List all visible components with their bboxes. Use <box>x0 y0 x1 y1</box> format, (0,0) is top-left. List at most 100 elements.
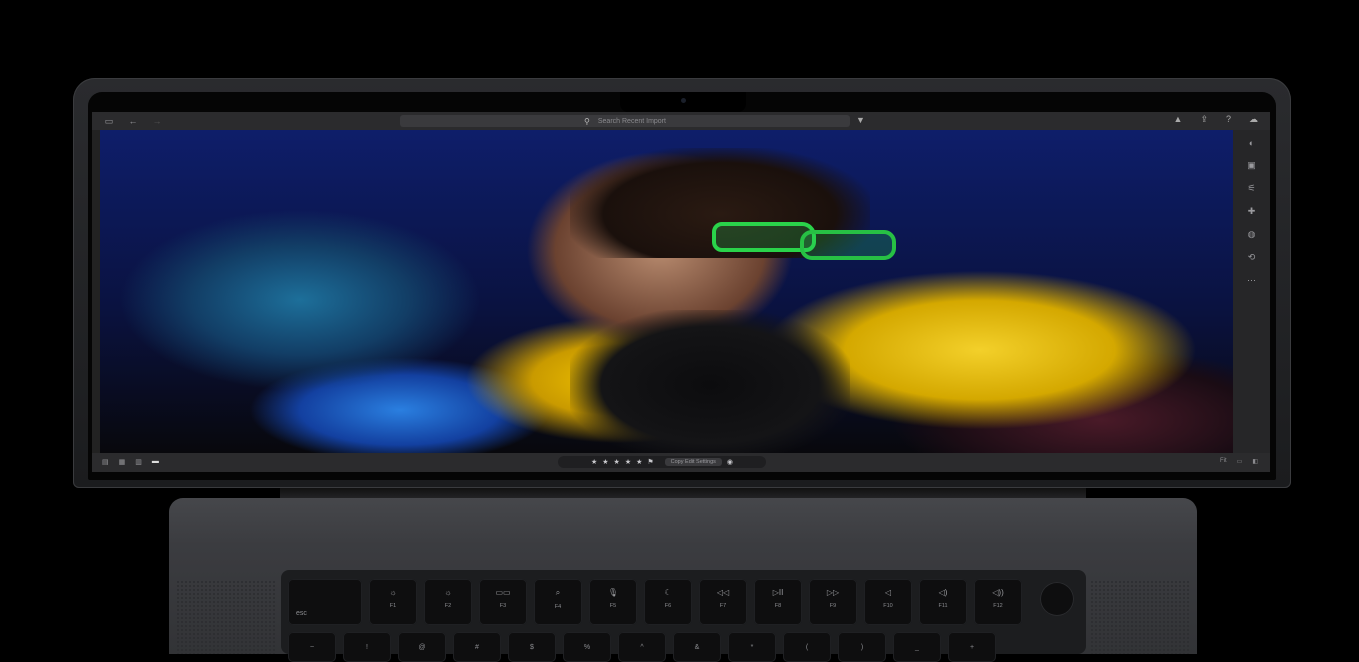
key-label: ) <box>860 644 864 651</box>
sliders-icon[interactable]: ⚟ <box>1247 183 1255 194</box>
function-key-f5[interactable]: 🎙 F5 <box>589 579 637 625</box>
key-label: & <box>694 644 700 651</box>
right-tool-panel: ◐ ▣ ⚟ ✚ ◍ ⟲ ⋯ <box>1233 130 1270 461</box>
key-label: F12 <box>993 603 1003 609</box>
main-photo[interactable] <box>100 130 1233 460</box>
number-row-key[interactable]: + <box>948 632 996 662</box>
zoom-group: Fit ▭ ◧ <box>1220 458 1258 465</box>
key-label: ! <box>366 644 368 651</box>
grid-icon[interactable]: ▤ <box>102 458 109 466</box>
function-key-f7[interactable]: ◁◁ F7 <box>699 579 747 625</box>
key-label: ( <box>805 644 809 651</box>
function-key-f4[interactable]: ⌕ F4 <box>534 579 582 625</box>
key-label: F4 <box>554 604 562 610</box>
key-icon: ◁)) <box>992 588 1004 597</box>
number-row-key[interactable]: & <box>673 632 721 662</box>
key-label: * <box>750 644 754 651</box>
function-key-f12[interactable]: ◁)) F12 <box>974 579 1022 625</box>
toolbar-right-group: ▲ ⇪ ? ☁ <box>1174 114 1258 125</box>
adjust-icon[interactable]: ◐ <box>1249 138 1254 148</box>
key-icon: ◁◁ <box>716 588 730 597</box>
search-input[interactable]: ⚲ Search Recent Import <box>400 115 850 127</box>
more-icon[interactable]: ⋯ <box>1247 275 1256 286</box>
zoom-level[interactable]: Fit <box>1220 458 1227 465</box>
photo-fringe-region <box>570 310 850 460</box>
function-key-f3[interactable]: ▭▭ F3 <box>479 579 527 625</box>
key-icon: ☼ <box>389 588 397 597</box>
number-row-key[interactable]: _ <box>893 632 941 662</box>
number-row-key[interactable]: ^ <box>618 632 666 662</box>
function-key-f11[interactable]: ◁) F11 <box>919 579 967 625</box>
back-arrow-icon[interactable]: ← <box>126 116 140 126</box>
view-mode-group: ▤ ▦ ▥ ▬ <box>102 458 159 466</box>
cloud-icon[interactable]: ☁ <box>1249 114 1258 125</box>
bell-icon[interactable]: ▲ <box>1174 114 1183 125</box>
photo-glasses-right <box>800 230 896 260</box>
key-icon: ◁) <box>938 588 948 597</box>
forward-arrow-icon[interactable]: → <box>150 116 164 126</box>
panel-toggle-icon[interactable]: ◧ <box>1252 458 1258 465</box>
number-row-key[interactable]: ) <box>838 632 886 662</box>
function-key-f1[interactable]: ☼ F1 <box>369 579 417 625</box>
number-row-key[interactable]: @ <box>398 632 446 662</box>
key-icon: ☼ <box>444 588 452 597</box>
panel-toggle-icon[interactable]: ▭ <box>1237 458 1243 465</box>
filter-icon[interactable]: ▼ <box>856 115 865 125</box>
function-key-f8[interactable]: ▷II F8 <box>754 579 802 625</box>
number-row-key[interactable]: % <box>563 632 611 662</box>
speaker-grille-right <box>1090 580 1190 654</box>
key-icon: ◁ <box>884 588 892 597</box>
esc-key[interactable]: esc <box>288 579 362 625</box>
key-label: esc <box>296 610 307 617</box>
rating-and-copy-bar: ★ ★ ★ ★ ★ ⚑ Copy Edit Settings ◉ <box>558 456 766 468</box>
key-label: F8 <box>774 603 782 609</box>
key-label: F6 <box>664 603 672 609</box>
star-icon[interactable]: ★ <box>625 458 631 466</box>
eye-icon[interactable]: ◉ <box>727 458 733 466</box>
mask-icon[interactable]: ◍ <box>1248 229 1256 240</box>
key-label: F2 <box>444 603 452 609</box>
number-row-key[interactable]: # <box>453 632 501 662</box>
star-icon[interactable]: ★ <box>602 458 608 466</box>
function-key-f9[interactable]: ▷▷ F9 <box>809 579 857 625</box>
search-icon: ⚲ <box>584 116 590 126</box>
key-icon: ☾ <box>664 588 672 597</box>
star-icon[interactable]: ★ <box>591 458 597 466</box>
copy-edit-settings-button[interactable]: Copy Edit Settings <box>664 458 722 466</box>
search-placeholder: Search Recent Import <box>597 117 666 125</box>
app-screen: ▭ ← → ⚲ Search Recent Import ▼ ▲ ⇪ ? ☁ ◐… <box>92 112 1270 472</box>
key-label: F11 <box>938 603 948 609</box>
key-label: @ <box>418 644 426 651</box>
camera-icon <box>681 98 686 103</box>
function-key-f6[interactable]: ☾ F6 <box>644 579 692 625</box>
history-icon[interactable]: ⟲ <box>1248 252 1256 263</box>
star-icon[interactable]: ★ <box>614 458 620 466</box>
crop-icon[interactable]: ▣ <box>1247 160 1256 171</box>
help-icon[interactable]: ? <box>1226 114 1231 125</box>
heal-icon[interactable]: ✚ <box>1248 206 1256 217</box>
sidebar-icon[interactable]: ▭ <box>102 116 116 126</box>
top-toolbar: ▭ ← → ⚲ Search Recent Import ▼ ▲ ⇪ ? ☁ <box>92 112 1270 130</box>
function-key-f10[interactable]: ◁ F10 <box>864 579 912 625</box>
number-row-key[interactable]: ( <box>783 632 831 662</box>
star-icon[interactable]: ★ <box>636 458 642 466</box>
key-label: F7 <box>719 603 727 609</box>
function-key-f2[interactable]: ☼ F2 <box>424 579 472 625</box>
bottom-filmstrip-bar: ▤ ▦ ▥ ▬ ★ ★ ★ ★ ★ ⚑ Copy Edit Settings ◉… <box>92 453 1270 472</box>
key-label: F3 <box>499 603 507 609</box>
number-row-key[interactable]: $ <box>508 632 556 662</box>
key-label: F1 <box>389 603 397 609</box>
flag-icon[interactable]: ⚑ <box>647 458 653 466</box>
compare-icon[interactable]: ▥ <box>135 458 142 466</box>
number-row-key[interactable]: ~ <box>288 632 336 662</box>
share-icon[interactable]: ⇪ <box>1200 114 1208 125</box>
key-label: _ <box>915 644 919 651</box>
key-icon: 🎙 <box>607 588 619 597</box>
touch-id-power-button[interactable] <box>1040 582 1074 616</box>
key-icon: ▷II <box>772 588 784 597</box>
number-row-key[interactable]: ! <box>343 632 391 662</box>
square-grid-icon[interactable]: ▦ <box>119 458 126 466</box>
key-icon: ⌕ <box>555 588 561 597</box>
detail-icon[interactable]: ▬ <box>152 458 159 466</box>
number-row-key[interactable]: * <box>728 632 776 662</box>
